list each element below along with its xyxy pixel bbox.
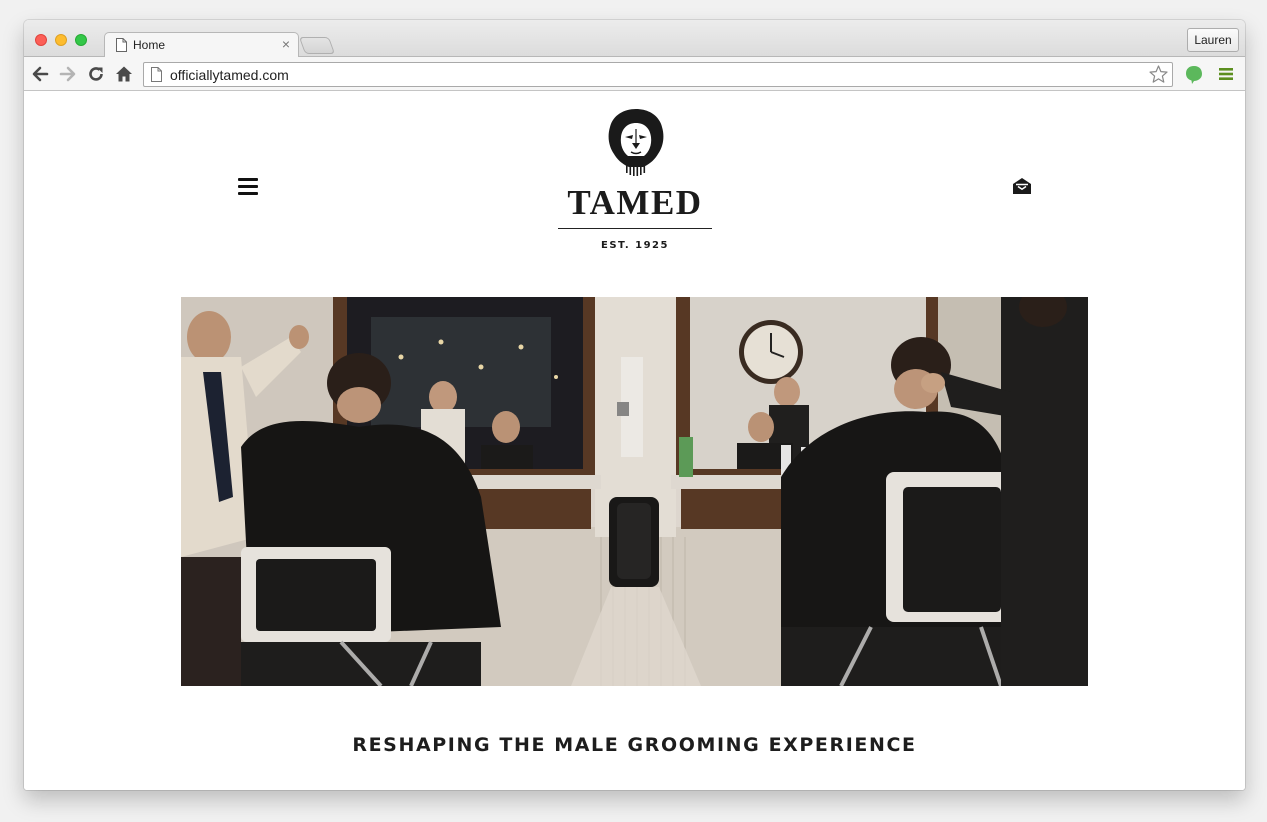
page-content: TAMED EST. 1925 RESHAPING THE MALE GROOM… [24,92,1245,790]
lion-logo [608,109,664,176]
back-icon[interactable] [31,65,49,83]
evernote-icon[interactable] [1185,65,1203,85]
reload-icon[interactable] [87,65,105,83]
profile-button[interactable]: Lauren [1187,28,1239,52]
window-maximize-button[interactable] [75,34,87,46]
hero-image [181,297,1088,686]
brand-name: TAMED [567,183,703,222]
page-icon [151,67,162,82]
toolbar: officiallytamed.com [24,57,1245,91]
forward-icon[interactable] [59,65,77,83]
window-minimize-button[interactable] [55,34,67,46]
close-tab-icon[interactable]: × [282,36,290,52]
tab-home[interactable]: Home × [104,32,299,58]
star-icon[interactable] [1148,64,1169,85]
barbershop-photo [181,297,1088,686]
window-close-button[interactable] [35,34,47,46]
page-icon [116,38,127,52]
site-logo[interactable]: TAMED EST. 1925 [554,105,716,260]
hamburger-menu-icon[interactable] [238,178,258,196]
new-tab-button[interactable] [298,37,336,54]
mail-icon[interactable] [1012,176,1032,196]
url-text[interactable]: officiallytamed.com [170,67,289,83]
tab-bar: Home × Lauren [24,20,1245,58]
tab-title: Home [133,38,166,52]
home-icon[interactable] [115,65,133,83]
tagline: RESHAPING THE MALE GROOMING EXPERIENCE [352,734,917,756]
menu-icon[interactable] [1219,67,1233,81]
address-bar[interactable]: officiallytamed.com [143,62,1173,87]
brand-divider [558,228,712,229]
browser-window: Home × Lauren officiallytamed.com TAMED … [24,20,1245,790]
established-text: EST. 1925 [601,240,669,251]
